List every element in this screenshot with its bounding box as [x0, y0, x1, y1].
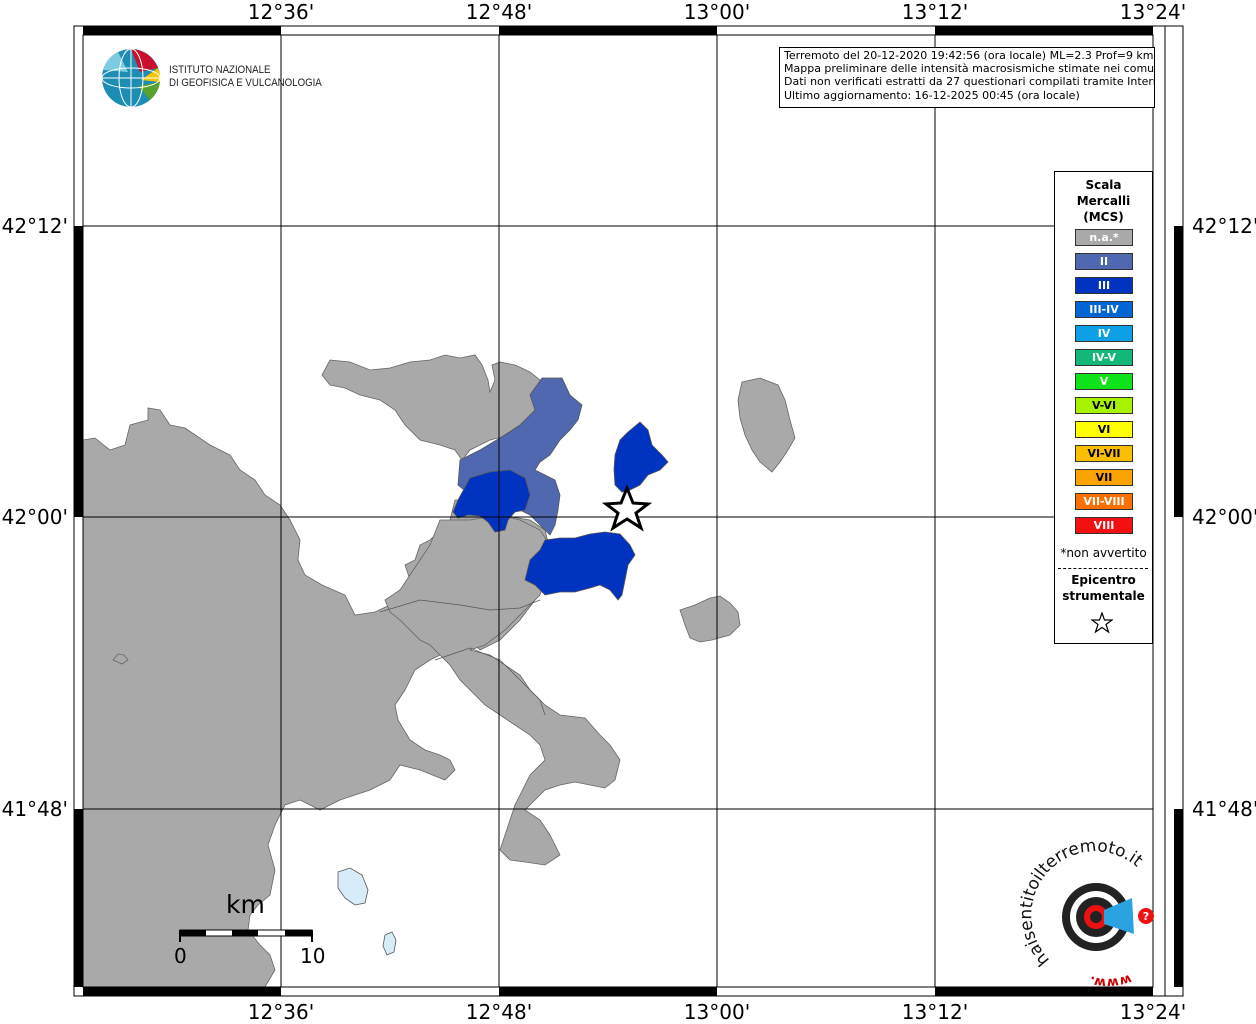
- legend-note: *non avvertito: [1060, 546, 1147, 560]
- legend-swatch: III-IV: [1075, 301, 1133, 318]
- legend-swatch: V: [1075, 373, 1133, 390]
- lon-label-top-5: 13°24': [1119, 0, 1187, 24]
- scale-min: 0: [174, 944, 187, 968]
- lon-label-top-2: 12°48': [465, 0, 533, 24]
- lon-label-top-1: 12°36': [247, 0, 315, 24]
- lon-label-bottom-2: 12°48': [465, 1000, 533, 1024]
- ingv-logo: ISTITUTO NAZIONALE DI GEOFISICA E VULCAN…: [169, 64, 322, 90]
- legend-swatch: VII: [1075, 469, 1133, 486]
- legend-swatch: VI-VII: [1075, 445, 1133, 462]
- globe-icon: [101, 48, 161, 108]
- legend-separator: [1058, 568, 1148, 569]
- logo-line-2: DI GEOFISICA E VULCANOLOGIA: [169, 77, 322, 89]
- legend-swatch: VIII: [1075, 517, 1133, 534]
- event-info-box: Terremoto del 20-12-2020 19:42:56 (ora l…: [779, 47, 1155, 108]
- legend-title: Scala Mercalli (MCS): [1076, 178, 1131, 224]
- svg-text:?: ?: [1143, 910, 1149, 923]
- scale-unit: km: [226, 890, 265, 919]
- legend-swatch: IV-V: [1075, 349, 1133, 366]
- event-title: Terremoto del 20-12-2020 19:42:56 (ora l…: [784, 49, 1154, 62]
- legend-swatch: IV: [1075, 325, 1133, 342]
- legend: Scala Mercalli (MCS) n.a.* II III III-IV IV I…: [1054, 171, 1153, 644]
- star-icon: [1091, 612, 1113, 634]
- lat-label-right-1: 42°12': [1192, 214, 1256, 238]
- map-description: Mappa preliminare delle intensità macros…: [784, 62, 1155, 76]
- legend-epicenter-label: Epicentro strumentale: [1062, 573, 1145, 603]
- lon-label-top-3: 13°00': [683, 0, 751, 24]
- legend-swatch: III: [1075, 277, 1133, 294]
- lon-label-top-4: 13°12': [901, 0, 969, 24]
- lat-label-left-2: 42°00': [1, 505, 68, 529]
- lon-label-bottom-3: 13°00': [683, 1000, 751, 1024]
- legend-swatch: V-VI: [1075, 397, 1133, 414]
- logo-line-1: ISTITUTO NAZIONALE: [169, 64, 271, 76]
- last-update: Ultimo aggiornamento: 16-12-2025 00:45 (…: [784, 88, 1080, 102]
- lat-label-right-3: 41°48': [1192, 797, 1256, 821]
- legend-swatch: n.a.*: [1075, 229, 1133, 246]
- lat-label-right-2: 42°00': [1192, 505, 1256, 529]
- lat-label-left-3: 41°48': [1, 797, 68, 821]
- legend-swatch: VII-VIII: [1075, 493, 1133, 510]
- lon-label-bottom-4: 13°12': [901, 1000, 969, 1024]
- data-note: Dati non verificati estratti da 27 quest…: [784, 75, 1155, 89]
- lon-label-bottom-5: 13°24': [1119, 1000, 1187, 1024]
- legend-swatch: II: [1075, 253, 1133, 270]
- legend-swatch: VI: [1075, 421, 1133, 438]
- lat-label-left-1: 42°12': [1, 214, 68, 238]
- scale-max: 10: [300, 944, 326, 968]
- lon-label-bottom-1: 12°36': [247, 1000, 315, 1024]
